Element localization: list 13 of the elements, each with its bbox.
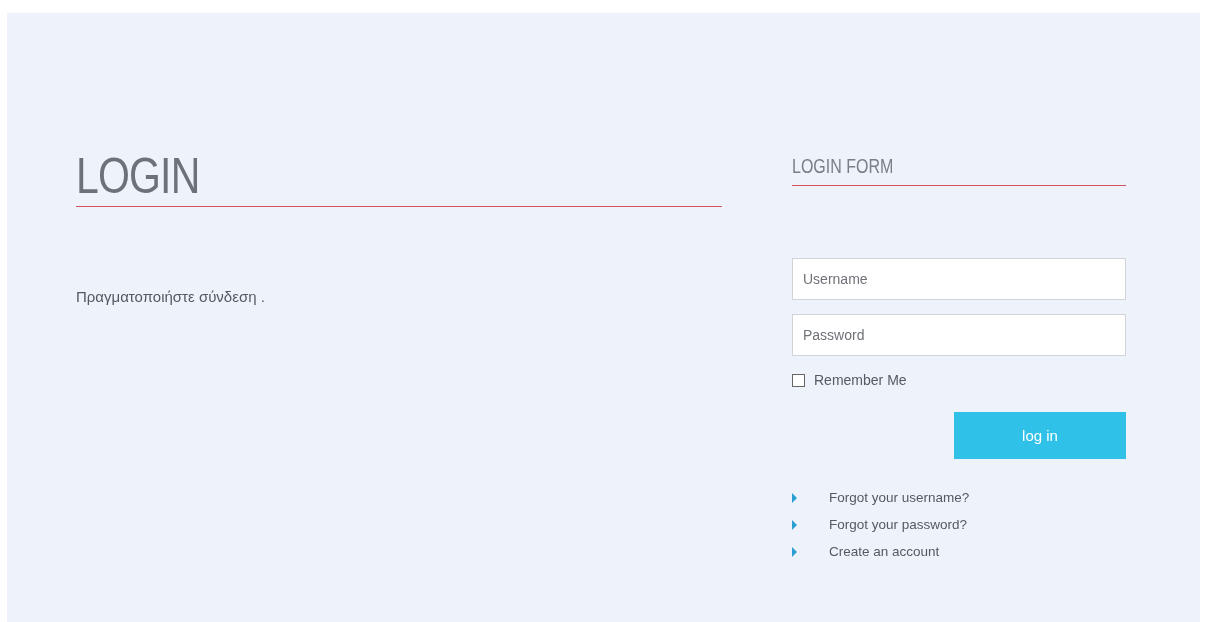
form-link[interactable]: Create an account — [829, 544, 940, 559]
form-title: LOGIN FORM — [792, 154, 894, 179]
page-title: LOGIN — [76, 147, 200, 206]
form-link[interactable]: Forgot your username? — [829, 490, 970, 505]
input-field[interactable]: Username — [792, 258, 1126, 300]
triangle-icon — [792, 546, 797, 557]
triangle-icon — [792, 519, 797, 530]
remember-checkbox[interactable] — [792, 373, 805, 387]
input-field[interactable]: Password — [792, 314, 1126, 356]
triangle-icon — [792, 492, 797, 503]
remember-label: Remember Me — [814, 372, 907, 388]
login-message: Πραγματοποιήστε σύνδεση . — [76, 288, 266, 305]
form-link[interactable]: Forgot your password? — [829, 517, 968, 532]
